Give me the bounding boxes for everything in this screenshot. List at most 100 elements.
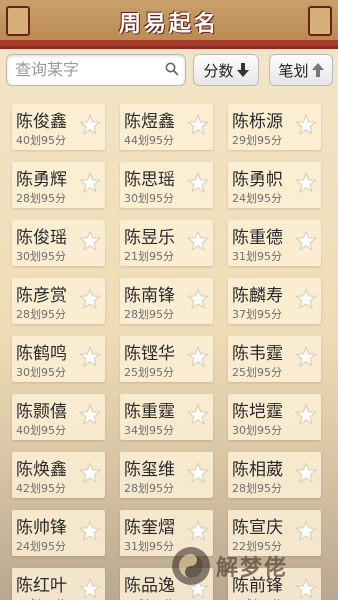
search-box[interactable] — [6, 54, 186, 86]
name-text: 陈铿华 — [124, 344, 175, 364]
stroke-score-text: 24划95分 — [16, 540, 66, 553]
name-card[interactable]: 陈彦赏 28划95分 — [12, 278, 105, 324]
stroke-score-text: 34划95分 — [124, 424, 174, 437]
star-icon[interactable] — [78, 171, 102, 194]
star-icon[interactable] — [78, 519, 102, 542]
stroke-score-text: 21划95分 — [124, 250, 174, 263]
stroke-score-text: 25划95分 — [124, 366, 174, 379]
name-card[interactable]: 陈铿华 25划95分 — [120, 336, 213, 382]
name-card[interactable]: 陈勇帜 24划95分 — [228, 162, 321, 208]
name-card[interactable]: 陈俊鑫 40划95分 — [12, 104, 105, 150]
star-icon[interactable] — [78, 287, 102, 310]
name-card[interactable]: 陈勇辉 28划95分 — [12, 162, 105, 208]
star-icon[interactable] — [294, 229, 318, 252]
star-icon[interactable] — [78, 345, 102, 368]
name-text: 陈奎熠 — [124, 518, 175, 538]
star-icon[interactable] — [294, 345, 318, 368]
search-input[interactable] — [7, 55, 165, 83]
name-card[interactable]: 陈帅锋 24划95分 — [12, 510, 105, 556]
name-text: 陈玺维 — [124, 460, 175, 480]
stroke-score-text: 44划95分 — [124, 134, 174, 147]
name-card[interactable]: 陈俊瑶 30划95分 — [12, 220, 105, 266]
taiji-seal-icon — [172, 547, 210, 585]
name-card[interactable]: 陈红叶18划95分 — [12, 568, 105, 600]
arrow-down-icon — [236, 63, 249, 77]
name-card[interactable]: 陈南锋 28划95分 — [120, 278, 213, 324]
name-text: 陈勇帜 — [232, 170, 283, 190]
star-icon[interactable] — [294, 287, 318, 310]
stroke-score-text: 40划95分 — [16, 134, 66, 147]
name-text: 陈栎源 — [232, 112, 283, 132]
star-icon[interactable] — [186, 287, 210, 310]
sort-by-stroke-button[interactable]: 笔划 — [269, 54, 333, 86]
star-icon[interactable] — [78, 577, 102, 600]
stroke-score-text: 28划95分 — [16, 192, 66, 205]
stroke-score-text: 28划95分 — [124, 482, 174, 495]
name-card[interactable]: 陈栎源 29划95分 — [228, 104, 321, 150]
name-text: 陈思瑶 — [124, 170, 175, 190]
name-card[interactable]: 陈重霆 34划95分 — [120, 394, 213, 440]
name-text: 陈相葳 — [232, 460, 283, 480]
star-icon[interactable] — [78, 113, 102, 136]
stroke-score-text: 28划95分 — [232, 482, 282, 495]
stroke-score-text: 31划95分 — [124, 540, 174, 553]
name-card[interactable]: 陈麟寿 37划95分 — [228, 278, 321, 324]
watermark-text: 解梦佬 — [216, 556, 289, 581]
stroke-score-text: 25划95分 — [232, 366, 282, 379]
name-card[interactable]: 陈玺维 28划95分 — [120, 452, 213, 498]
stroke-score-text: 40划95分 — [16, 424, 66, 437]
star-icon[interactable] — [186, 403, 210, 426]
name-card[interactable]: 陈垲霆 30划95分 — [228, 394, 321, 440]
name-card[interactable]: 陈昱乐 21划95分 — [120, 220, 213, 266]
stroke-score-text: 18划95分 — [16, 596, 66, 600]
name-card[interactable]: 陈焕鑫 42划95分 — [12, 452, 105, 498]
star-icon[interactable] — [186, 229, 210, 252]
star-icon[interactable] — [78, 229, 102, 252]
star-icon[interactable] — [186, 345, 210, 368]
name-card[interactable]: 陈相葳 28划95分 — [228, 452, 321, 498]
name-card[interactable]: 陈思瑶 30划95分 — [120, 162, 213, 208]
name-text: 陈韦霆 — [232, 344, 283, 364]
star-icon[interactable] — [294, 519, 318, 542]
name-text: 陈煜鑫 — [124, 112, 175, 132]
name-card[interactable]: 陈韦霆 25划95分 — [228, 336, 321, 382]
search-icon[interactable] — [165, 62, 179, 76]
star-icon[interactable] — [294, 113, 318, 136]
stroke-score-text: 29划95分 — [232, 134, 282, 147]
sort-by-stroke-label: 笔划 — [278, 61, 309, 80]
name-grid: 陈俊鑫 40划95分 陈煜鑫 44划95分 陈栎源 29划95分陈勇辉 28划95分 陈思瑶 3… — [0, 96, 338, 600]
name-text: 陈颢僖 — [16, 402, 67, 422]
star-icon[interactable] — [294, 461, 318, 484]
star-icon[interactable] — [186, 113, 210, 136]
stroke-score-text: 28划95分 — [124, 308, 174, 321]
name-text: 陈麟寿 — [232, 286, 283, 306]
star-icon[interactable] — [186, 461, 210, 484]
star-icon[interactable] — [186, 519, 210, 542]
sort-by-score-button[interactable]: 分数 — [193, 54, 259, 86]
name-card[interactable]: 陈煜鑫 44划95分 — [120, 104, 213, 150]
name-card[interactable]: 陈重德 31划95分 — [228, 220, 321, 266]
name-text: 陈昱乐 — [124, 228, 175, 248]
name-card[interactable]: 陈鹤鸣 30划95分 — [12, 336, 105, 382]
watermark: 解梦佬 — [170, 540, 330, 592]
stroke-score-text: 24划95分 — [232, 192, 282, 205]
name-card[interactable]: 陈颢僖 40划95分 — [12, 394, 105, 440]
stroke-score-text: 30划95分 — [124, 192, 174, 205]
star-icon[interactable] — [78, 461, 102, 484]
sort-by-score-label: 分数 — [203, 61, 234, 80]
name-text: 陈彦赏 — [16, 286, 67, 306]
name-text: 陈品逸 — [124, 576, 175, 596]
star-icon[interactable] — [78, 403, 102, 426]
stroke-score-text: 27划95分 — [124, 596, 174, 600]
stroke-score-text: 42划95分 — [16, 482, 66, 495]
name-text: 陈俊瑶 — [16, 228, 67, 248]
name-text: 陈鹤鸣 — [16, 344, 67, 364]
star-icon[interactable] — [294, 403, 318, 426]
name-text: 陈帅锋 — [16, 518, 67, 538]
toolbar: 分数 笔划 — [0, 52, 338, 88]
star-icon[interactable] — [186, 171, 210, 194]
stroke-score-text: 26划95分 — [232, 596, 282, 600]
star-icon[interactable] — [294, 171, 318, 194]
stroke-score-text: 37划95分 — [232, 308, 282, 321]
app-header: 周易起名 — [0, 0, 338, 49]
